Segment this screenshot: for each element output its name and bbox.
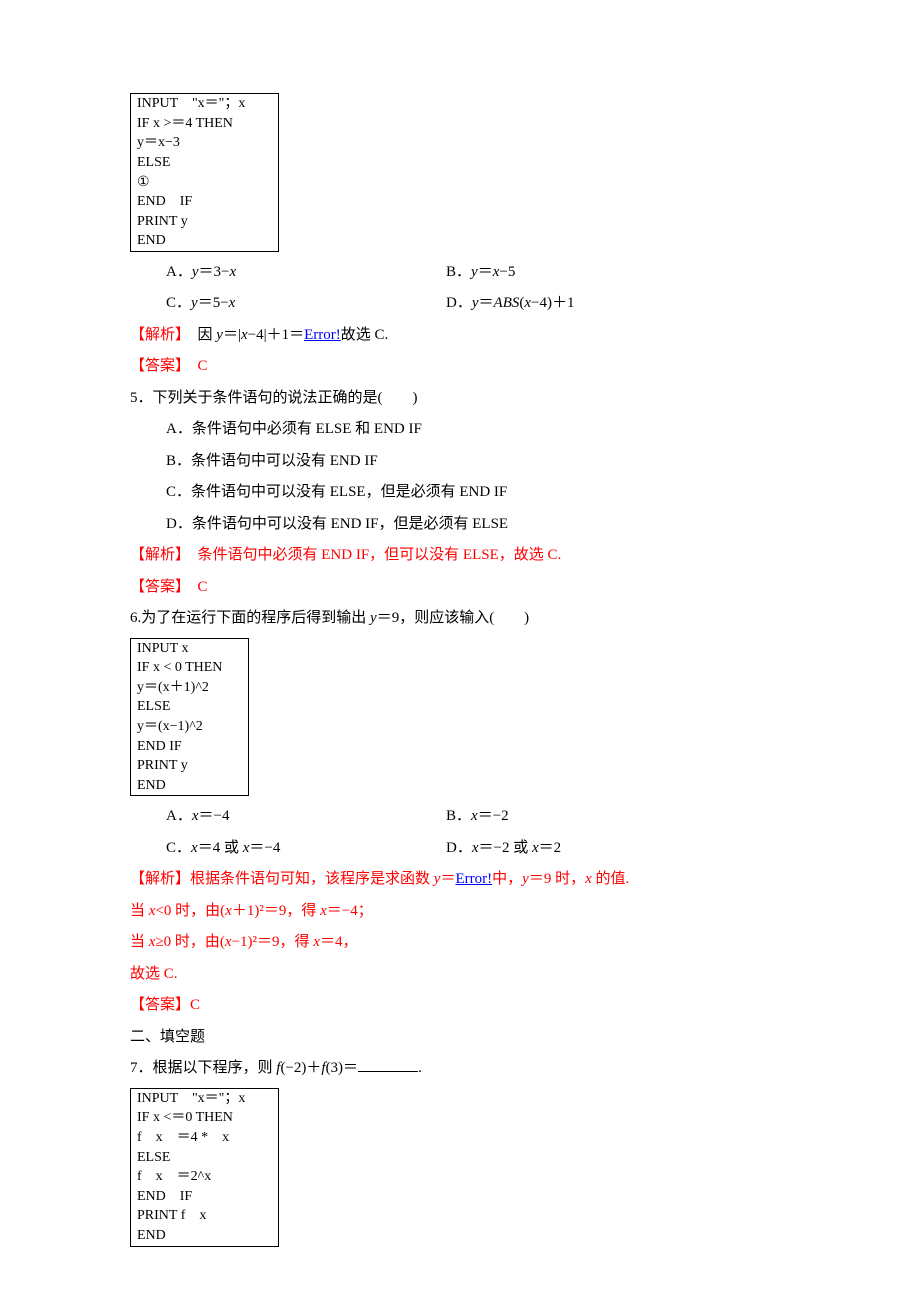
code-line: END — [137, 776, 242, 796]
q5-explanation: 【解析】 条件语句中必须有 END IF，但可以没有 ELSE，故选 C. — [130, 540, 790, 572]
code-line: ELSE — [137, 1148, 272, 1168]
code-line: IF x >＝4 THEN — [137, 114, 272, 134]
code-blank-1: ① — [137, 172, 272, 192]
q6-explanation-2: 当 x<0 时，由(x＋1)²＝9，得 x＝−4； — [130, 896, 790, 928]
q4-code-box: INPUT "x＝"；x IF x >＝4 THEN y＝x−3 ELSE ① … — [130, 93, 279, 252]
code-line: PRINT f x — [137, 1206, 272, 1226]
code-line: END IF — [137, 192, 272, 212]
section-2-heading: 二、填空题 — [130, 1022, 790, 1054]
code-line: IF x <＝0 THEN — [137, 1108, 272, 1128]
q6-choice-a: A．x＝−4 — [166, 801, 446, 833]
q5-choice-d: D．条件语句中可以没有 END IF，但是必须有 ELSE — [166, 509, 790, 541]
code-line: INPUT x — [137, 639, 242, 659]
fill-blank — [358, 1056, 418, 1072]
q6-choice-c: C．x＝4 或 x＝−4 — [166, 833, 446, 865]
q6-choice-d: D．x＝−2 或 x＝2 — [446, 833, 790, 865]
q6-code-box: INPUT x IF x < 0 THEN y＝(x＋1)^2 ELSE y＝(… — [130, 638, 249, 797]
code-line: IF x < 0 THEN — [137, 658, 242, 678]
q6-choice-b: B．x＝−2 — [446, 801, 790, 833]
q4-answer: 【答案】 C — [130, 351, 790, 383]
code-line: f x ＝2^x — [137, 1167, 272, 1187]
code-line: ELSE — [137, 697, 242, 717]
code-line: y＝(x＋1)^2 — [137, 678, 242, 698]
q6-explanation-1: 【解析】根据条件语句可知，该程序是求函数 y＝Error!中，y＝9 时，x 的… — [130, 864, 790, 896]
q4-choice-a: A．y＝3−x — [166, 257, 446, 289]
q4-explanation: 【解析】 因 y＝|x−4|＋1＝Error!故选 C. — [130, 320, 790, 352]
code-line: END IF — [137, 737, 242, 757]
code-line: PRINT y — [137, 212, 272, 232]
q5-answer: 【答案】 C — [130, 572, 790, 604]
q5-stem: 5．下列关于条件语句的说法正确的是( ) — [130, 383, 790, 415]
q6-explanation-4: 故选 C. — [130, 959, 790, 991]
code-line: ELSE — [137, 153, 272, 173]
q6-explanation-3: 当 x≥0 时，由(x−1)²＝9，得 x＝4， — [130, 927, 790, 959]
code-line: y＝x−3 — [137, 133, 272, 153]
code-line: END — [137, 1226, 272, 1246]
code-line: END IF — [137, 1187, 272, 1207]
code-line: END — [137, 231, 272, 251]
q4-choice-d: D．y＝ABS(x−4)＋1 — [446, 288, 790, 320]
q5-choice-a: A．条件语句中必须有 ELSE 和 END IF — [166, 414, 790, 446]
q5-choice-c: C．条件语句中可以没有 ELSE，但是必须有 END IF — [166, 477, 790, 509]
q6-answer: 【答案】C — [130, 990, 790, 1022]
code-line: INPUT "x＝"；x — [137, 94, 272, 114]
q7-code-box: INPUT "x＝"；x IF x <＝0 THEN f x ＝4 * x EL… — [130, 1088, 279, 1247]
q4-choice-b: B．y＝x−5 — [446, 257, 790, 289]
code-line: y＝(x−1)^2 — [137, 717, 242, 737]
code-line: INPUT "x＝"；x — [137, 1089, 272, 1109]
q5-choice-b: B．条件语句中可以没有 END IF — [166, 446, 790, 478]
q7-stem: 7．根据以下程序，则 f(−2)＋f(3)＝. — [130, 1053, 790, 1085]
q4-choice-c: C．y＝5−x — [166, 288, 446, 320]
q6-stem: 6.为了在运行下面的程序后得到输出 y＝9，则应该输入( ) — [130, 603, 790, 635]
code-line: PRINT y — [137, 756, 242, 776]
code-line: f x ＝4 * x — [137, 1128, 272, 1148]
